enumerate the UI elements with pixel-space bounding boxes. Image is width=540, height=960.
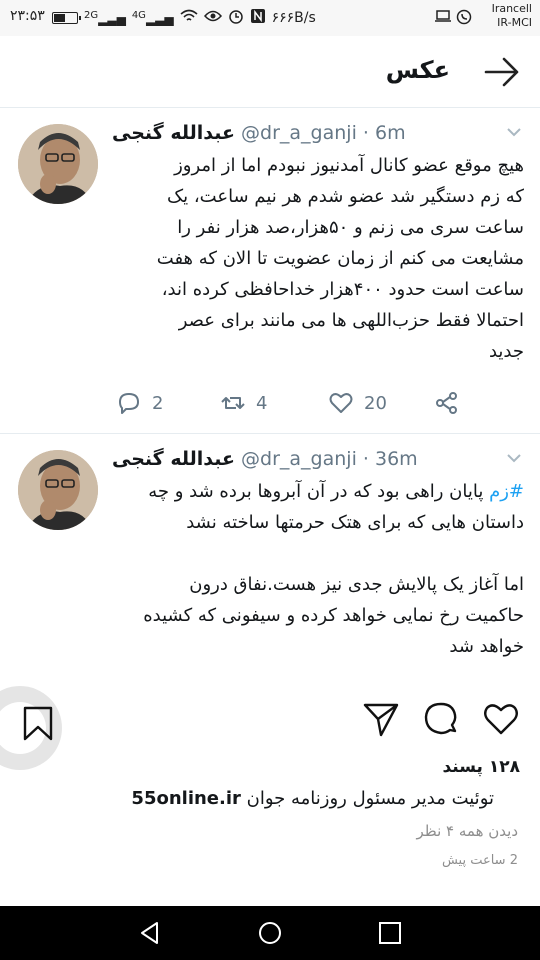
tweet-actions: 2 4 20	[0, 390, 540, 420]
like-button[interactable]: 20	[328, 390, 387, 416]
signal-2g-icon: 2G▂▃▅	[84, 9, 126, 26]
back-icon[interactable]	[137, 920, 163, 946]
eye-icon	[203, 10, 222, 25]
laptop-icon	[434, 9, 452, 29]
top-bar: عکس	[0, 36, 540, 108]
tweet-text: هیچ موقع عضو کانال آمدنیوز نبودم اما از …	[156, 155, 524, 362]
tweet-time: · 6m	[362, 122, 406, 144]
like-count: 20	[364, 392, 387, 414]
tweet-card: عبدالله گنجی @dr_a_ganji · 6m هیچ موقع ع…	[0, 110, 540, 434]
notification-icons	[434, 9, 472, 29]
caption-text: توئیت مدیر مسئول روزنامه جوان	[246, 788, 494, 809]
signal-4g-icon: 4G▂▃▅	[131, 9, 174, 26]
clock: ۲۳:۵۳	[10, 8, 45, 24]
tweet-card: عبدالله گنجی @dr_a_ganji · 36m #زم پایان…	[0, 436, 540, 666]
reply-count: 2	[152, 392, 164, 414]
wifi-icon	[180, 9, 198, 26]
tweet-time: · 36m	[362, 448, 418, 470]
tweet-header: عبدالله گنجی @dr_a_ganji · 6m	[112, 122, 412, 150]
display-name[interactable]: عبدالله گنجی	[112, 448, 235, 470]
avatar[interactable]	[18, 124, 98, 204]
whatsapp-icon	[456, 9, 472, 29]
user-handle[interactable]: @dr_a_ganji	[241, 122, 357, 144]
alarm-icon	[228, 8, 244, 27]
reply-button[interactable]: 2	[116, 390, 163, 416]
comment-icon[interactable]	[422, 700, 460, 738]
user-handle[interactable]: @dr_a_ganji	[241, 448, 357, 470]
battery-icon	[52, 11, 81, 24]
retweet-icon	[221, 397, 245, 409]
display-name[interactable]: عبدالله گنجی	[112, 122, 235, 144]
tweet-header: عبدالله گنجی @dr_a_ganji · 36m	[112, 448, 418, 476]
send-icon[interactable]	[362, 700, 400, 738]
hashtag-link[interactable]: #زم	[489, 481, 524, 502]
retweet-count: 4	[256, 392, 268, 414]
view-all-comments-link[interactable]: دیدن همه ۴ نظر	[417, 822, 519, 840]
post-caption: توئیت مدیر مسئول روزنامه جوان 55online.i…	[131, 788, 494, 809]
reply-icon	[119, 393, 139, 414]
like-count[interactable]: ۱۲۸ پسند	[442, 757, 520, 777]
tweet-body: پایان راهی بود که در آن آبروها برده شد و…	[143, 481, 524, 657]
nfc-icon	[250, 8, 266, 27]
data-speed: ۶۶۶B/s	[271, 9, 316, 26]
share-icon	[436, 392, 457, 414]
carrier-info: Irancell IR-MCI	[491, 2, 532, 29]
status-icons: 2G▂▃▅ 4G▂▃▅ ۶۶۶B/s	[52, 8, 316, 27]
post-timestamp: 2 ساعت پیش	[441, 853, 518, 868]
avatar[interactable]	[18, 450, 98, 530]
home-icon[interactable]	[257, 920, 283, 946]
chevron-down-icon[interactable]	[506, 452, 522, 464]
tweet-text: #زم پایان راهی بود که در آن آبروها برده …	[108, 476, 524, 662]
heart-icon[interactable]	[482, 700, 520, 738]
post-actions	[0, 700, 540, 750]
heart-icon	[329, 393, 353, 413]
android-nav-bar	[0, 906, 540, 960]
share-button[interactable]	[434, 390, 460, 416]
chevron-down-icon[interactable]	[506, 126, 522, 138]
retweet-button[interactable]: 4	[220, 390, 267, 416]
page-title: عکس	[385, 56, 450, 84]
arrow-right-icon[interactable]	[484, 54, 520, 90]
status-bar: ۲۳:۵۳ 2G▂▃▅ 4G▂▃▅ ۶۶۶B/s Irancell IR-MCI	[0, 0, 540, 36]
username-link[interactable]: 55online.ir	[131, 788, 240, 809]
recents-icon[interactable]	[377, 920, 403, 946]
